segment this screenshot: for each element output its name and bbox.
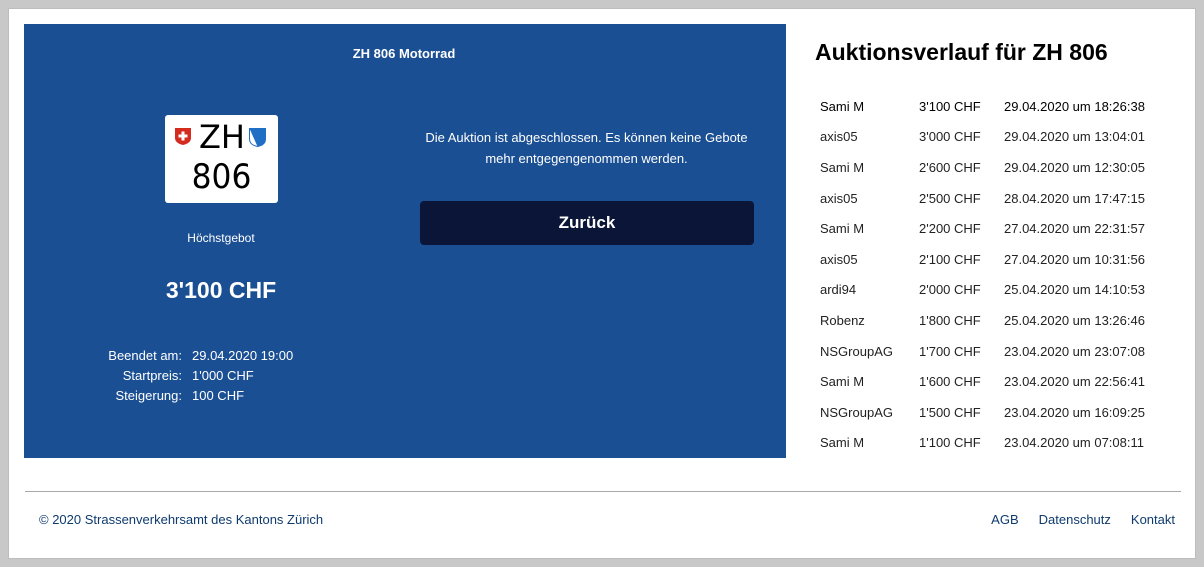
bid-user: Sami M — [820, 98, 865, 114]
bid-time: 29.04.2020 um 13:04:01 — [1004, 129, 1145, 145]
bid-user: Sami M — [820, 221, 865, 237]
footer-links: AGB Datenschutz Kontakt — [991, 512, 1175, 527]
bid-amount: 3'000 CHF — [919, 129, 981, 145]
bid-user: NSGroupAG — [820, 404, 893, 420]
footer-link-datenschutz[interactable]: Datenschutz — [1039, 512, 1111, 527]
table-row: Sami M 1'100 CHF 23.04.2020 um 07:08:11 — [820, 428, 1145, 459]
bid-time: 23.04.2020 um 22:56:41 — [1004, 374, 1145, 390]
auction-title: ZH 806 Motorrad — [352, 46, 456, 61]
bid-time: 23.04.2020 um 16:09:25 — [1004, 404, 1145, 420]
bid-time: 27.04.2020 um 22:31:57 — [1004, 221, 1145, 237]
detail-value: 29.04.2020 19:00 — [192, 348, 294, 363]
bid-time: 29.04.2020 um 12:30:05 — [1004, 159, 1145, 175]
detail-value: 100 CHF — [192, 388, 245, 403]
footer-divider — [25, 491, 1181, 492]
bid-user: ardi94 — [820, 282, 857, 298]
detail-label: Beendet am: — [108, 348, 182, 363]
footer-link-agb[interactable]: AGB — [991, 512, 1018, 527]
table-row: Sami M 2'600 CHF 29.04.2020 um 12:30:05 — [820, 152, 1145, 183]
auction-closed-message: Die Auktion ist abgeschlossen. Es können… — [425, 130, 748, 166]
bid-user: NSGroupAG — [820, 343, 893, 359]
bid-user: Sami M — [820, 159, 865, 175]
detail-value: 1'000 CHF — [192, 368, 254, 383]
bid-user: axis05 — [820, 129, 858, 145]
plate-number: 806 — [191, 157, 252, 197]
bid-amount: 1'600 CHF — [919, 374, 981, 390]
table-row: axis05 2'500 CHF 28.04.2020 um 17:47:15 — [820, 183, 1145, 214]
plate-canton: ZH — [199, 118, 245, 156]
bid-user: Sami M — [820, 435, 865, 451]
table-row: ardi94 2'000 CHF 25.04.2020 um 14:10:53 — [820, 275, 1145, 306]
bid-user: Robenz — [820, 312, 865, 328]
detail-label: Startpreis: — [122, 368, 182, 383]
bid-user: Sami M — [820, 374, 865, 390]
highest-bid-label: Höchstgebot — [187, 231, 255, 245]
bid-amount: 2'500 CHF — [919, 190, 981, 206]
detail-start-price: Startpreis: 1'000 CHF — [84, 366, 293, 386]
bid-amount: 2'600 CHF — [919, 159, 981, 175]
bid-amount: 2'100 CHF — [919, 251, 981, 267]
page-frame: ZH 806 Motorrad ZH 806 Höchstgebot 3'100… — [8, 8, 1196, 559]
bid-time: 27.04.2020 um 10:31:56 — [1004, 251, 1145, 267]
license-plate: ZH 806 — [165, 115, 278, 203]
bid-amount: 2'200 CHF — [919, 221, 981, 237]
table-row: axis05 3'000 CHF 29.04.2020 um 13:04:01 — [820, 122, 1145, 153]
bid-amount: 1'800 CHF — [919, 312, 981, 328]
footer-copyright: © 2020 Strassenverkehrsamt des Kantons Z… — [39, 512, 324, 527]
detail-end-date: Beendet am: 29.04.2020 19:00 — [84, 346, 293, 366]
table-row: NSGroupAG 1'500 CHF 23.04.2020 um 16:09:… — [820, 397, 1145, 428]
table-row: axis05 2'100 CHF 27.04.2020 um 10:31:56 — [820, 244, 1145, 275]
bid-time: 23.04.2020 um 07:08:11 — [1004, 435, 1144, 451]
history-title: Auktionsverlauf für ZH 806 — [815, 39, 1108, 65]
bid-time: 29.04.2020 um 18:26:38 — [1004, 98, 1145, 114]
auction-panel: ZH 806 Motorrad ZH 806 Höchstgebot 3'100… — [24, 24, 786, 458]
detail-label: Steigerung: — [115, 388, 183, 403]
swiss-flag-icon — [175, 128, 191, 145]
bid-amount: 1'100 CHF — [919, 435, 981, 451]
bid-amount: 1'700 CHF — [919, 343, 981, 359]
table-row: NSGroupAG 1'700 CHF 23.04.2020 um 23:07:… — [820, 336, 1145, 367]
back-button[interactable]: Zurück — [420, 201, 754, 245]
table-row: Sami M 2'200 CHF 27.04.2020 um 22:31:57 — [820, 213, 1145, 244]
bid-history-table: Sami M 3'100 CHF 29.04.2020 um 18:26:38 … — [820, 91, 1145, 458]
bid-time: 28.04.2020 um 17:47:15 — [1004, 190, 1145, 206]
bid-time: 23.04.2020 um 23:07:08 — [1004, 343, 1145, 359]
bid-amount: 1'500 CHF — [919, 404, 981, 420]
bid-user: axis05 — [820, 190, 858, 206]
highest-bid-value: 3'100 CHF — [165, 277, 277, 303]
bid-time: 25.04.2020 um 14:10:53 — [1004, 282, 1145, 298]
table-row: Sami M 3'100 CHF 29.04.2020 um 18:26:38 — [820, 91, 1145, 122]
bid-amount: 3'100 CHF — [919, 98, 981, 114]
zurich-shield-icon — [249, 128, 266, 147]
bid-time: 25.04.2020 um 13:26:46 — [1004, 312, 1145, 328]
auction-details: Beendet am: 29.04.2020 19:00 Startpreis:… — [84, 346, 293, 406]
detail-increment: Steigerung: 100 CHF — [84, 386, 293, 406]
table-row: Sami M 1'600 CHF 23.04.2020 um 22:56:41 — [820, 366, 1145, 397]
bid-amount: 2'000 CHF — [919, 282, 981, 298]
table-row: Robenz 1'800 CHF 25.04.2020 um 13:26:46 — [820, 305, 1145, 336]
footer-link-kontakt[interactable]: Kontakt — [1131, 512, 1175, 527]
bid-user: axis05 — [820, 251, 858, 267]
